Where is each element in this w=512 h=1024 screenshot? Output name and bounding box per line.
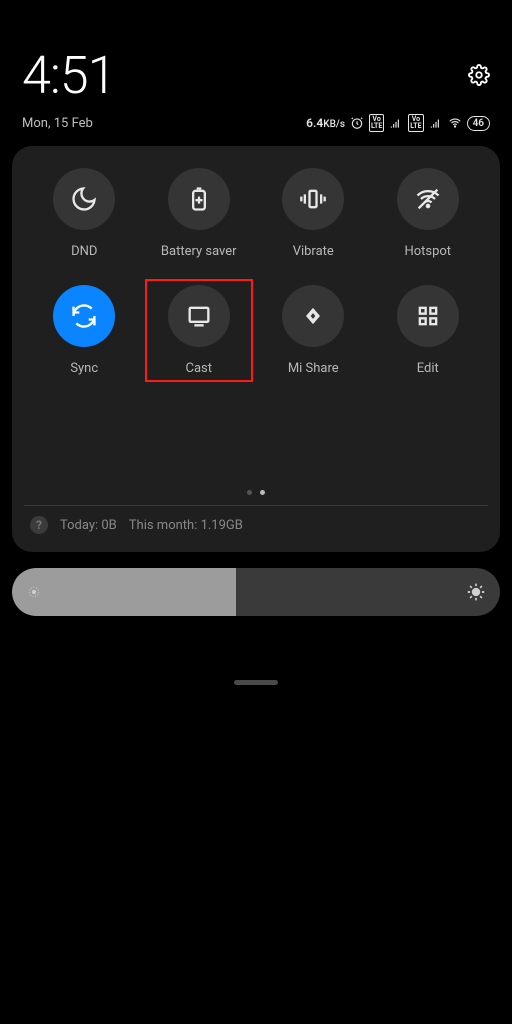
clock-time: 4:51 bbox=[22, 50, 115, 102]
tile-label: DND bbox=[71, 244, 97, 259]
brightness-slider[interactable] bbox=[12, 568, 500, 616]
page-dot bbox=[247, 490, 252, 495]
tile-label: Vibrate bbox=[293, 244, 334, 259]
brightness-high-icon bbox=[466, 582, 486, 602]
cast-icon bbox=[185, 302, 213, 330]
volte-badge-1: VoLTE bbox=[369, 114, 384, 132]
tile-vibrate-circle bbox=[282, 168, 344, 230]
grid-icon bbox=[414, 302, 442, 330]
status-bar-icons: 6.4KB/s VoLTE VoLTE 46 bbox=[306, 114, 490, 132]
tile-label: Edit bbox=[417, 361, 439, 376]
wifi-icon bbox=[448, 116, 462, 130]
tile-battery-saver[interactable]: Battery saver bbox=[145, 168, 254, 259]
tile-sync-circle bbox=[53, 285, 115, 347]
mishare-icon bbox=[299, 302, 327, 330]
moon-icon bbox=[70, 185, 98, 213]
data-usage-row[interactable]: ? Today: 0B This month: 1.19GB bbox=[30, 516, 482, 538]
tile-mishare[interactable]: Mi Share bbox=[259, 285, 368, 376]
page-indicator bbox=[30, 490, 482, 495]
divider bbox=[24, 505, 488, 506]
tile-edit[interactable]: Edit bbox=[374, 285, 483, 376]
vibrate-icon bbox=[299, 185, 327, 213]
data-usage-month: This month: 1.19GB bbox=[129, 518, 243, 533]
tile-vibrate[interactable]: Vibrate bbox=[259, 168, 368, 259]
tile-hotspot-circle bbox=[397, 168, 459, 230]
brightness-fill bbox=[12, 568, 236, 616]
tile-sync[interactable]: Sync bbox=[30, 285, 139, 376]
settings-button[interactable] bbox=[468, 64, 490, 86]
brightness-low-icon bbox=[26, 584, 42, 600]
tile-hotspot[interactable]: Hotspot bbox=[374, 168, 483, 259]
signal-icon-1 bbox=[389, 116, 403, 130]
net-speed: 6.4 bbox=[306, 116, 323, 130]
tile-cast[interactable]: Cast bbox=[145, 279, 254, 382]
home-indicator[interactable] bbox=[234, 680, 278, 685]
hotspot-icon bbox=[414, 185, 442, 213]
question-icon: ? bbox=[30, 516, 48, 534]
quick-settings-grid: DND Battery saver Vibrate Hotspot Sync bbox=[30, 168, 482, 376]
tile-mishare-circle bbox=[282, 285, 344, 347]
tile-label: Battery saver bbox=[161, 244, 237, 259]
tile-cast-circle bbox=[168, 285, 230, 347]
data-usage-today: Today: 0B bbox=[60, 518, 117, 533]
tile-edit-circle bbox=[397, 285, 459, 347]
tile-battery-saver-circle bbox=[168, 168, 230, 230]
page-dot-active bbox=[260, 490, 265, 495]
tile-label: Cast bbox=[186, 361, 213, 376]
alarm-icon bbox=[350, 116, 364, 130]
tile-label: Hotspot bbox=[404, 244, 451, 259]
battery-badge: 46 bbox=[467, 116, 490, 131]
signal-icon-2 bbox=[429, 116, 443, 130]
quick-settings-panel: DND Battery saver Vibrate Hotspot Sync bbox=[12, 146, 500, 552]
tile-dnd[interactable]: DND bbox=[30, 168, 139, 259]
date-label: Mon, 15 Feb bbox=[22, 116, 93, 131]
gear-icon bbox=[468, 64, 490, 86]
notification-header: 4:51 Mon, 15 Feb 6.4KB/s VoLTE VoLTE 46 bbox=[0, 0, 512, 138]
tile-dnd-circle bbox=[53, 168, 115, 230]
volte-badge-2: VoLTE bbox=[408, 114, 423, 132]
tile-label: Sync bbox=[70, 361, 98, 376]
battery-plus-icon bbox=[185, 185, 213, 213]
tile-label: Mi Share bbox=[288, 361, 339, 376]
sync-icon bbox=[70, 302, 98, 330]
